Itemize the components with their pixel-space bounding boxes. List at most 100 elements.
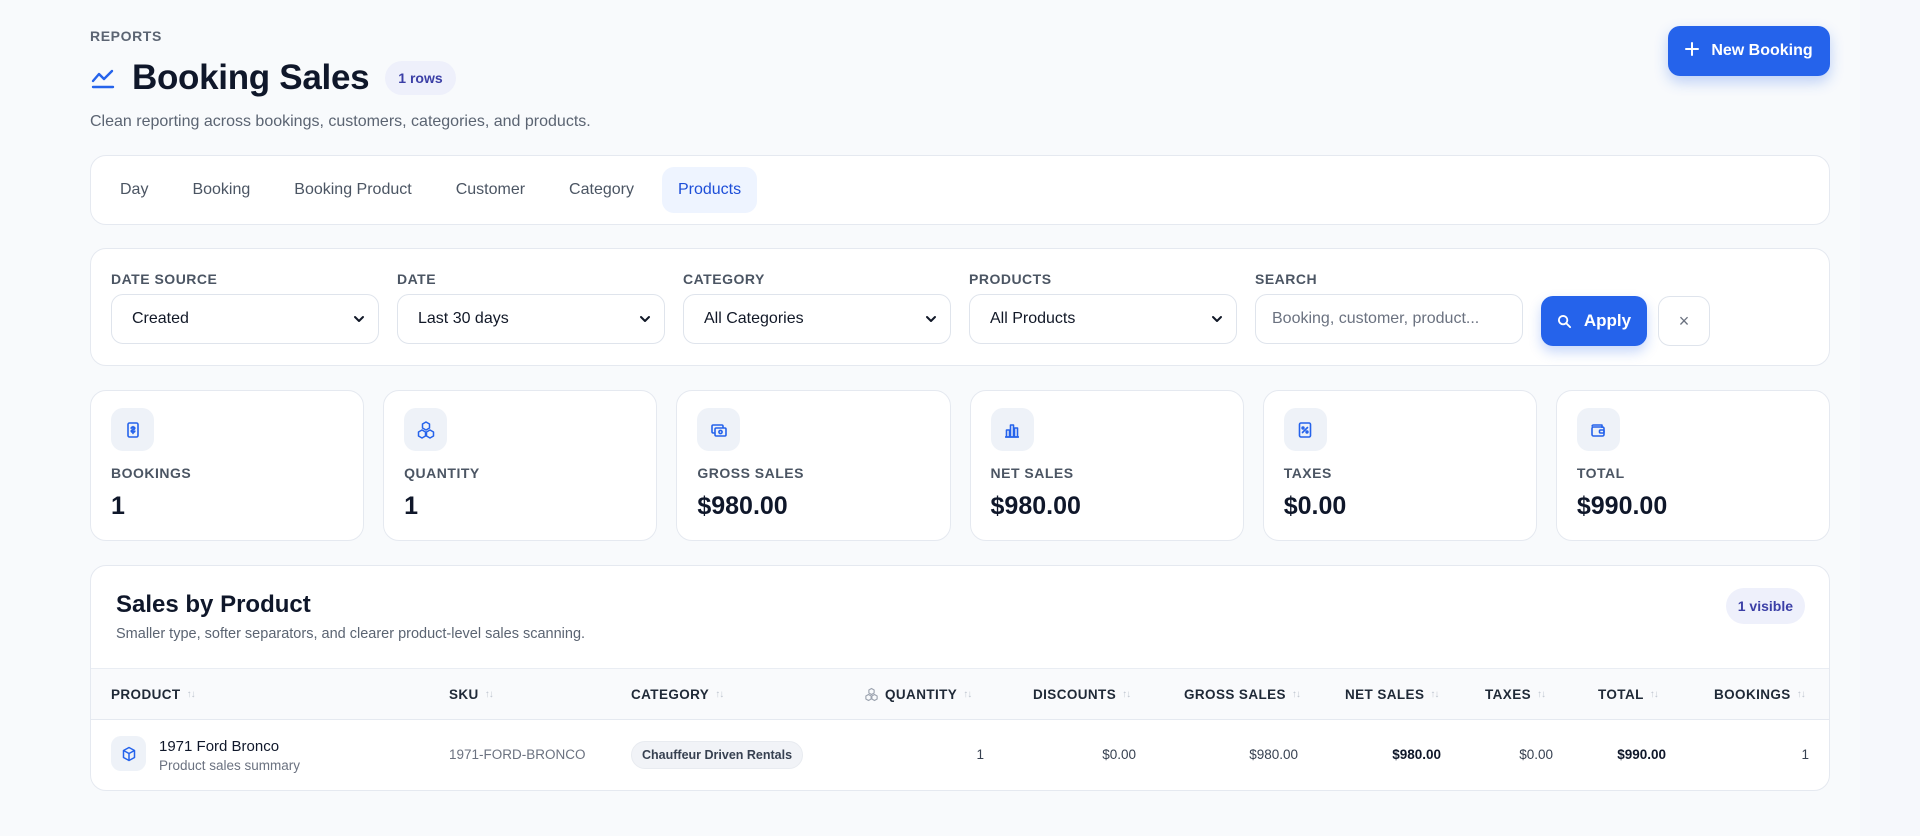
boxes-icon	[865, 687, 878, 702]
tab-day[interactable]: Day	[104, 167, 164, 213]
chevron-down-icon	[354, 316, 364, 322]
column-header-category[interactable]: CATEGORY ↑↓	[631, 687, 724, 702]
stat-card-bookings: BOOKINGS 1	[90, 390, 365, 541]
bar-chart-icon	[990, 408, 1034, 451]
search-label: SEARCH	[1255, 271, 1318, 287]
stat-value: $980.00	[990, 492, 1081, 520]
chevron-down-icon	[640, 316, 650, 322]
stat-card-quantity: QUANTITY 1	[383, 390, 658, 541]
search-filter: SEARCH Booking, customer, product...	[1255, 271, 1523, 344]
stat-label: QUANTITY	[404, 465, 480, 481]
stat-value: 1	[404, 492, 419, 520]
page-kicker: REPORTS	[90, 28, 162, 44]
discounts-cell: $0.00	[1102, 747, 1136, 762]
column-header-product[interactable]: PRODUCT ↑↓	[111, 687, 196, 702]
clear-filters-button[interactable]: ×	[1658, 296, 1710, 346]
date-source-filter: DATE SOURCE Created	[111, 271, 379, 344]
visible-count-badge: 1 visible	[1725, 588, 1805, 624]
sort-icon: ↑↓	[484, 689, 494, 700]
table-header: PRODUCT ↑↓ SKU ↑↓ CATEGORY ↑↓ QUANTITY ↑↓ DI…	[91, 668, 1829, 720]
tab-booking-product[interactable]: Booking Product	[278, 167, 427, 213]
tab-label: Products	[677, 181, 742, 198]
report-tabs: Day Booking Booking Product Customer Cat…	[90, 155, 1830, 225]
new-booking-button[interactable]: New Booking	[1668, 26, 1830, 76]
products-filter: PRODUCTS All Products	[969, 271, 1237, 344]
tab-label: Category	[569, 181, 634, 198]
column-header-total[interactable]: TOTAL ↑↓	[1598, 687, 1659, 702]
column-label: GROSS SALES	[1184, 687, 1286, 702]
apply-label: Apply	[1583, 311, 1632, 330]
tab-category[interactable]: Category	[553, 167, 650, 213]
search-icon	[1557, 314, 1571, 328]
column-label: QUANTITY	[885, 687, 958, 702]
tab-products[interactable]: Products	[661, 167, 758, 213]
tab-label: Customer	[455, 181, 526, 198]
column-label: SKU	[449, 687, 479, 702]
stat-label: GROSS SALES	[697, 465, 804, 481]
column-header-net-sales[interactable]: NET SALES ↑↓	[1345, 687, 1439, 702]
stat-label: TOTAL	[1576, 465, 1625, 481]
page-title: Booking Sales	[132, 58, 370, 97]
wallet-icon	[1576, 408, 1620, 451]
column-header-sku[interactable]: SKU ↑↓	[449, 687, 494, 702]
column-label: TOTAL	[1598, 687, 1644, 702]
taxes-cell: $0.00	[1519, 747, 1553, 762]
category-value: All Categories	[704, 310, 804, 327]
quantity-cell: 1	[976, 747, 984, 762]
cash-icon	[697, 408, 741, 451]
summary-stats: BOOKINGS 1 QUANTITY 1 GROSS SALES $980.0…	[90, 390, 1831, 541]
date-value: Last 30 days	[418, 310, 509, 327]
sales-by-product-card: Sales by Product Smaller type, softer se…	[90, 565, 1830, 791]
stat-card-gross-sales: GROSS SALES $980.00	[676, 390, 951, 541]
table-title: Sales by Product	[116, 591, 311, 618]
sort-icon: ↑↓	[1291, 689, 1301, 700]
column-label: NET SALES	[1345, 687, 1425, 702]
chevron-down-icon	[926, 316, 936, 322]
column-header-discounts[interactable]: DISCOUNTS ↑↓	[1033, 687, 1131, 702]
column-header-taxes[interactable]: TAXES ↑↓	[1485, 687, 1546, 702]
products-select[interactable]: All Products	[969, 294, 1237, 344]
column-label: CATEGORY	[631, 687, 710, 702]
search-placeholder: Booking, customer, product...	[1272, 310, 1480, 327]
sort-icon: ↑↓	[1537, 689, 1546, 700]
product-subtitle: Product sales summary	[159, 758, 301, 773]
category-select[interactable]: All Categories	[683, 294, 951, 344]
stat-label: TAXES	[1283, 465, 1332, 481]
sku-cell: 1971-FORD-BRONCO	[449, 747, 586, 762]
stat-value: $980.00	[697, 492, 788, 520]
products-label: PRODUCTS	[969, 271, 1052, 287]
tab-label: Booking	[192, 181, 251, 198]
sort-icon: ↑↓	[1796, 689, 1806, 700]
sort-icon: ↑↓	[715, 689, 724, 700]
column-header-quantity[interactable]: QUANTITY ↑↓	[864, 687, 972, 702]
tab-booking[interactable]: Booking	[176, 167, 266, 213]
sort-icon: ↑↓	[186, 689, 196, 700]
column-header-gross-sales[interactable]: GROSS SALES ↑↓	[1184, 687, 1301, 702]
date-source-select[interactable]: Created	[111, 294, 379, 344]
product-name: 1971 Ford Bronco	[159, 738, 280, 755]
sort-icon: ↑↓	[963, 689, 972, 700]
tax-icon	[1283, 408, 1327, 451]
date-source-label: DATE SOURCE	[111, 271, 218, 287]
date-select[interactable]: Last 30 days	[397, 294, 665, 344]
total-cell: $990.00	[1617, 747, 1666, 762]
products-value: All Products	[990, 310, 1076, 327]
search-input[interactable]: Booking, customer, product...	[1255, 294, 1523, 344]
gross-sales-cell: $980.00	[1249, 747, 1298, 762]
column-header-bookings[interactable]: BOOKINGS ↑↓	[1714, 687, 1806, 702]
category-filter: CATEGORY All Categories	[683, 271, 951, 344]
column-label: DISCOUNTS	[1033, 687, 1117, 702]
boxes-icon	[404, 408, 448, 451]
table-row[interactable]: 1971 Ford Bronco Product sales summary 1…	[91, 720, 1829, 790]
category-pill: Chauffeur Driven Rentals	[631, 741, 804, 769]
stat-label: BOOKINGS	[111, 465, 192, 481]
apply-button[interactable]: Apply	[1541, 296, 1647, 346]
tab-customer[interactable]: Customer	[440, 167, 541, 213]
sort-icon: ↑↓	[1430, 689, 1439, 700]
title-row: Booking Sales 1 rows	[90, 56, 456, 100]
column-label: TAXES	[1485, 687, 1532, 702]
stat-card-net-sales: NET SALES $980.00	[969, 390, 1244, 541]
date-filter: DATE Last 30 days	[397, 271, 665, 344]
stat-value: 1	[111, 492, 125, 520]
page: REPORTS Booking Sales 1 rows Clean repor…	[0, 0, 1860, 836]
